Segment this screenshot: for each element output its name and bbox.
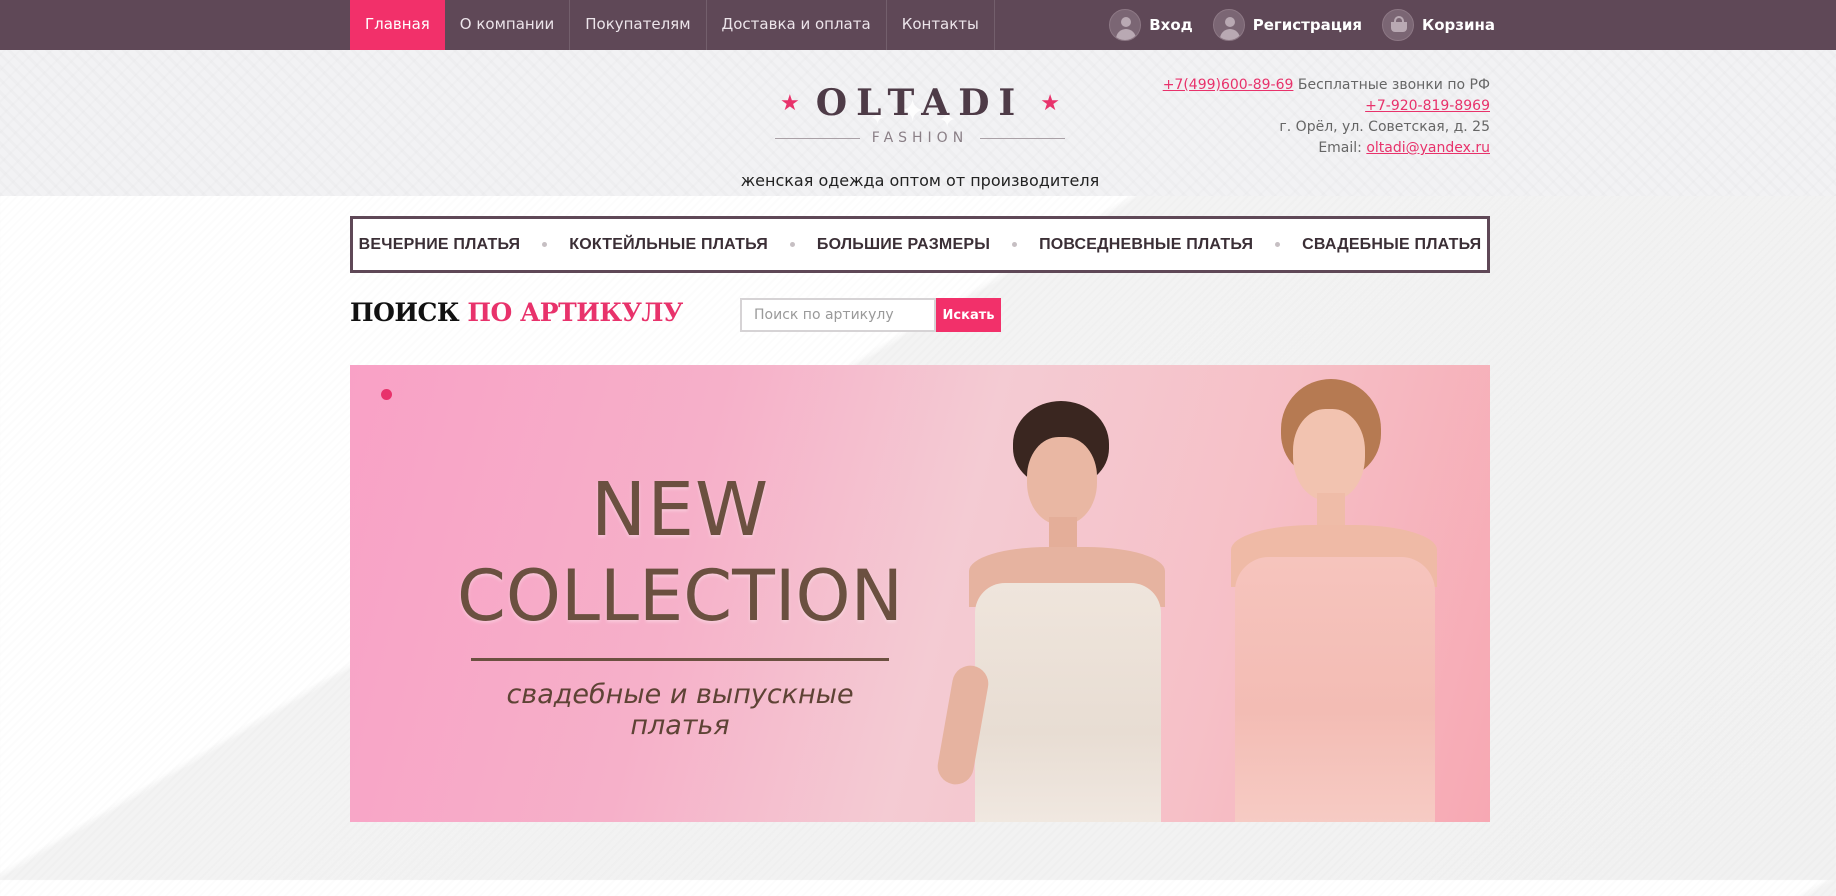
search-heading-part2: ПО АРТИКУЛУ xyxy=(467,298,683,327)
search-form: Искать xyxy=(740,298,1001,332)
top-nav: Главная О компании Покупателям Доставка … xyxy=(350,0,995,50)
login-label: Вход xyxy=(1149,16,1193,34)
logo-divider xyxy=(775,137,860,139)
model-image-right xyxy=(1195,375,1475,822)
cart-label: Корзина xyxy=(1421,16,1495,34)
top-nav-about[interactable]: О компании xyxy=(445,0,571,50)
logo-divider xyxy=(980,137,1065,139)
search-input[interactable] xyxy=(740,298,936,332)
banner-sub2: платья xyxy=(630,710,730,741)
model-image-left xyxy=(934,395,1195,822)
phone1-link[interactable]: +7(499)600-89-69 xyxy=(1163,77,1294,93)
banner-line1: NEW xyxy=(590,467,770,553)
separator-dot xyxy=(542,242,548,247)
hero-banner[interactable]: NEW COLLECTION свадебные и выпускные пла… xyxy=(350,365,1490,822)
contacts-block: +7(499)600-89-69 Бесплатные звонки по РФ… xyxy=(1163,75,1490,159)
basket-icon xyxy=(1381,9,1414,41)
register-label: Регистрация xyxy=(1252,16,1362,34)
search-heading: ПОИСК ПО АРТИКУЛУ xyxy=(350,298,683,327)
address: г. Орёл, ул. Советская, д. 25 xyxy=(1279,119,1490,135)
banner-text: NEW COLLECTION свадебные и выпускные пла… xyxy=(410,470,950,741)
top-nav-customers[interactable]: Покупателям xyxy=(570,0,707,50)
top-nav-home[interactable]: Главная xyxy=(350,0,445,50)
user-icon xyxy=(1212,9,1245,41)
email-link[interactable]: oltadi@yandex.ru xyxy=(1366,140,1490,156)
separator-dot xyxy=(789,242,795,247)
category-casual[interactable]: ПОВСЕДНЕВНЫЕ ПЛАТЬЯ xyxy=(1039,236,1253,254)
slider-dot[interactable] xyxy=(381,389,392,400)
banner-sub1: свадебные и выпускные xyxy=(506,679,854,710)
category-wedding[interactable]: СВАДЕБНЫЕ ПЛАТЬЯ xyxy=(1302,236,1481,254)
category-cocktail[interactable]: КОКТЕЙЛЬНЫЕ ПЛАТЬЯ xyxy=(569,236,768,254)
banner-divider xyxy=(471,658,889,661)
tagline: женская одежда оптом от производителя xyxy=(740,171,1100,190)
banner-line2: COLLECTION xyxy=(457,555,903,637)
register-link[interactable]: Регистрация xyxy=(1212,9,1362,41)
user-bar: Вход Регистрация Корзина xyxy=(1089,9,1495,41)
phone1-note: Бесплатные звонки по РФ xyxy=(1293,77,1490,93)
top-nav-delivery[interactable]: Доставка и оплата xyxy=(707,0,887,50)
separator-dot xyxy=(1012,242,1018,247)
separator-dot xyxy=(1275,242,1281,247)
top-nav-contacts[interactable]: Контакты xyxy=(887,0,995,50)
site-logo[interactable]: ★ OLTADI ★ FASHION xyxy=(775,82,1065,146)
category-nav: ВЕЧЕРНИЕ ПЛАТЬЯ КОКТЕЙЛЬНЫЕ ПЛАТЬЯ БОЛЬШ… xyxy=(350,216,1490,273)
category-evening[interactable]: ВЕЧЕРНИЕ ПЛАТЬЯ xyxy=(359,236,521,254)
top-bar: Главная О компании Покупателям Доставка … xyxy=(0,0,1836,50)
logo-subtitle: FASHION xyxy=(871,130,969,146)
user-icon xyxy=(1109,9,1142,41)
star-icon: ★ xyxy=(779,90,800,116)
phone2-link[interactable]: +7-920-819-8969 xyxy=(1365,98,1490,114)
logo-name: OLTADI xyxy=(815,82,1025,124)
login-link[interactable]: Вход xyxy=(1109,9,1193,41)
star-icon: ★ xyxy=(1040,90,1060,116)
category-plus-size[interactable]: БОЛЬШИЕ РАЗМЕРЫ xyxy=(817,236,990,254)
search-button[interactable]: Искать xyxy=(936,298,1001,332)
email-label: Email: xyxy=(1318,140,1367,156)
cart-link[interactable]: Корзина xyxy=(1381,9,1495,41)
search-heading-part1: ПОИСК xyxy=(350,298,468,327)
